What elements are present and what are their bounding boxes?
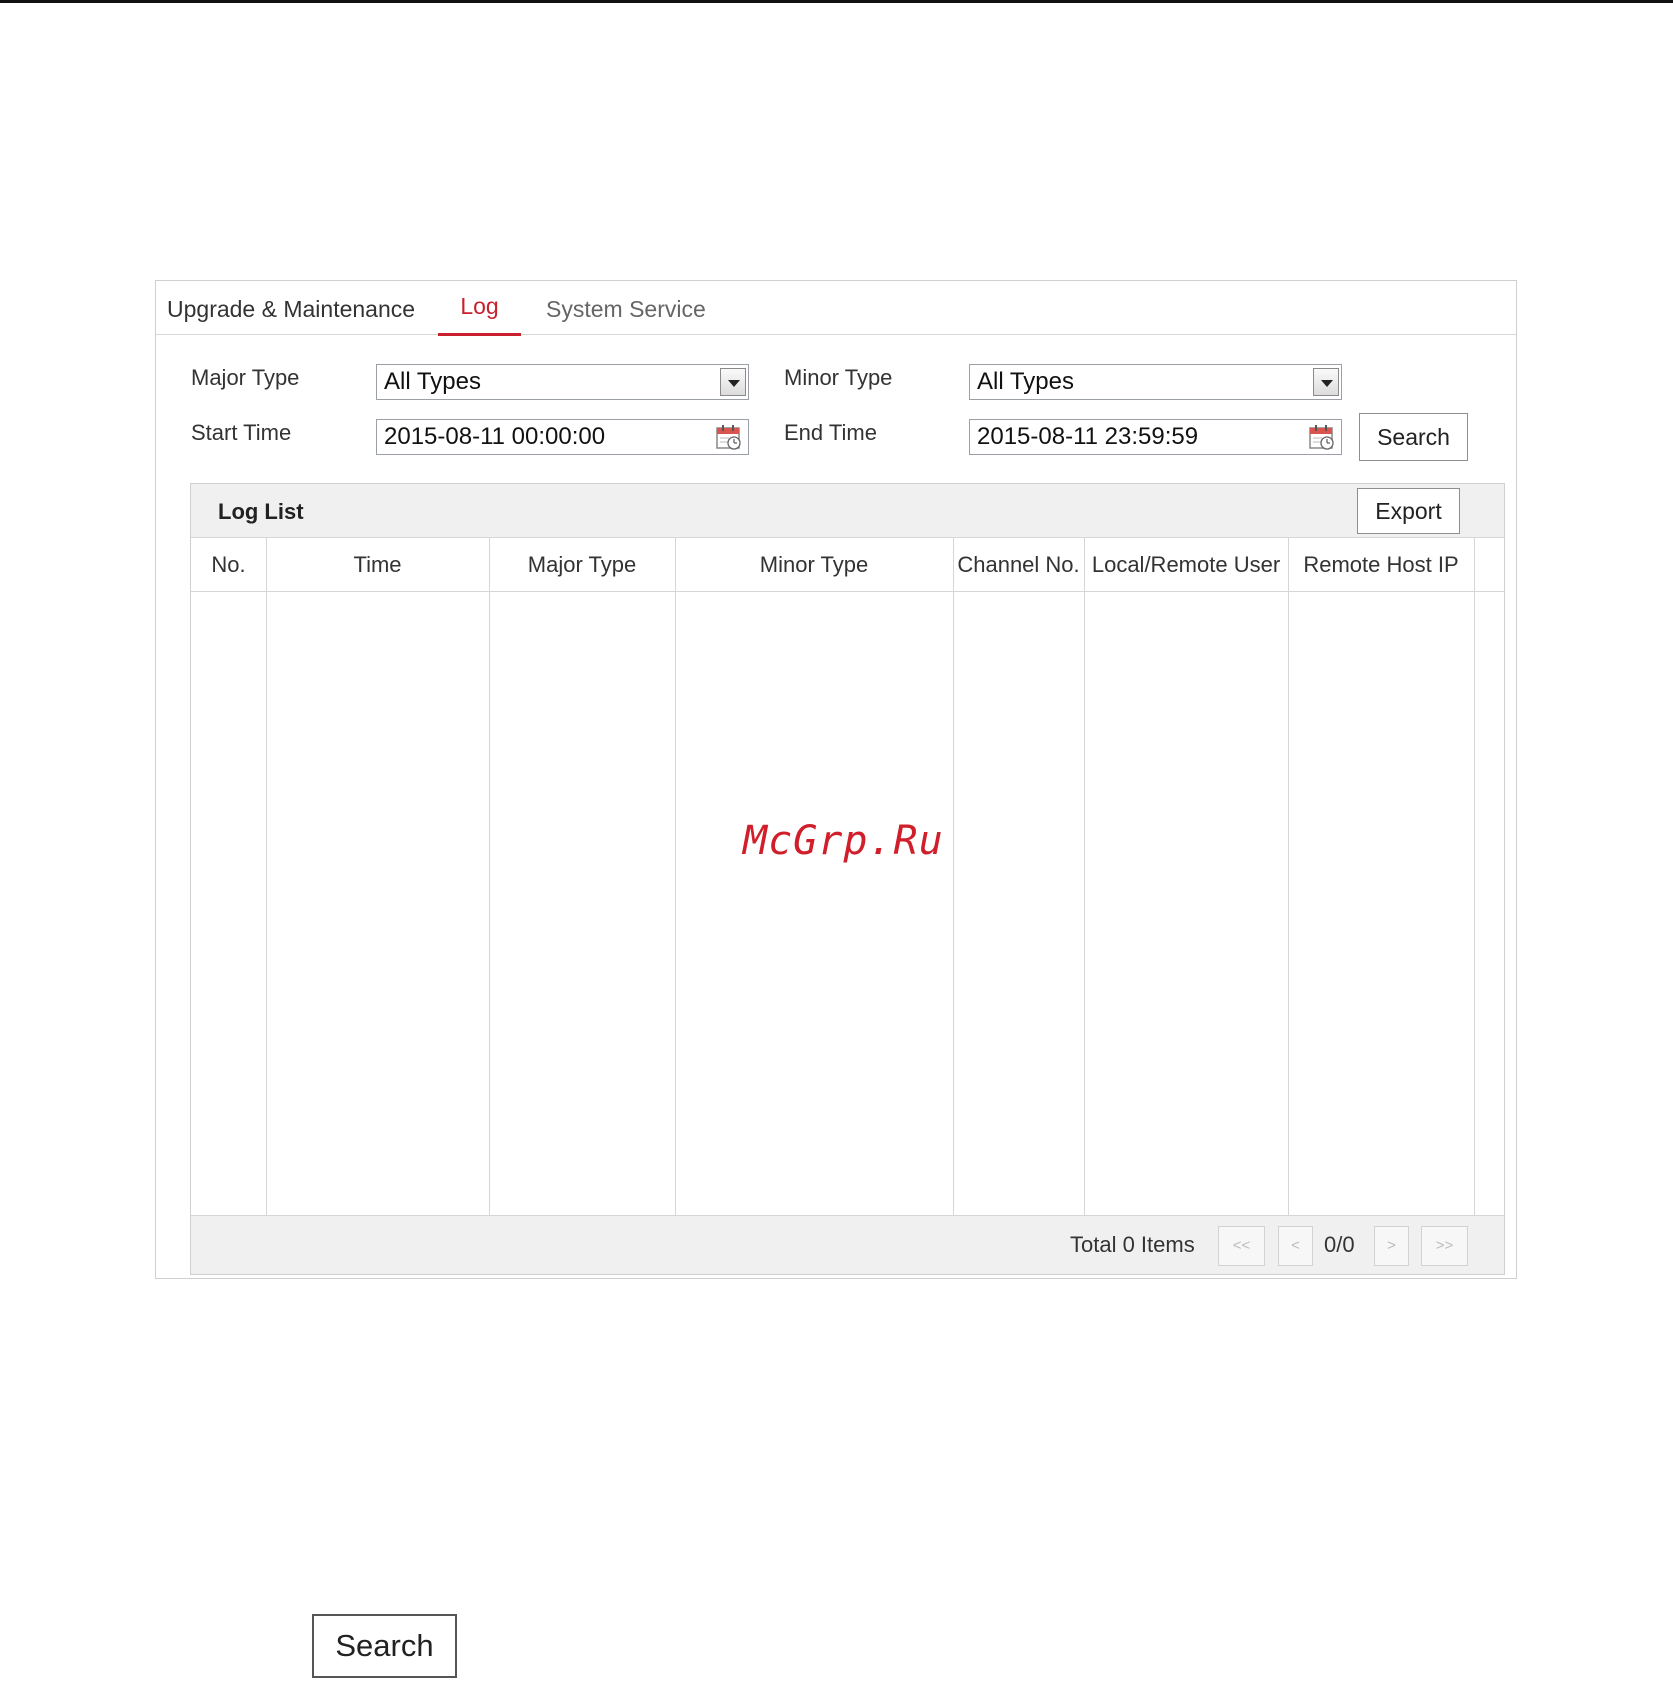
calendar-icon[interactable]	[1308, 424, 1336, 451]
chevron-down-icon[interactable]	[720, 368, 746, 396]
log-list-title: Log List	[218, 499, 304, 524]
first-page-button[interactable]: <<	[1218, 1226, 1265, 1266]
top-rule	[0, 0, 1673, 3]
major-type-select[interactable]: All Types	[376, 364, 749, 400]
total-items: Total 0 Items	[1070, 1232, 1195, 1257]
start-time-value: 2015-08-11 00:00:00	[384, 423, 606, 450]
major-type-value: All Types	[384, 368, 481, 395]
page-indicator: 0/0	[1324, 1232, 1355, 1257]
log-panel: Upgrade & Maintenance Log System Service…	[155, 280, 1517, 1279]
calendar-icon[interactable]	[715, 424, 743, 451]
tab-bar: Upgrade & Maintenance Log System Service	[156, 281, 1516, 336]
column-minor-type: Minor Type	[759, 552, 869, 577]
column-remote-host-ip: Remote Host IP	[1303, 552, 1459, 577]
column-divider	[675, 538, 676, 1216]
table-header: No. Time Major Type Minor Type Channel N…	[191, 538, 1504, 592]
export-button[interactable]: Export	[1357, 488, 1460, 534]
tab-system-service[interactable]: System Service	[546, 281, 706, 335]
minor-type-label: Minor Type	[784, 365, 893, 390]
minor-type-select[interactable]: All Types	[969, 364, 1342, 400]
major-type-label: Major Type	[191, 365, 300, 390]
column-divider	[489, 538, 490, 1216]
next-page-button[interactable]: >	[1374, 1226, 1409, 1266]
watermark: McGrp.Ru	[743, 818, 944, 864]
tab-upgrade-maintenance[interactable]: Upgrade & Maintenance	[167, 281, 415, 335]
column-time: Time	[353, 552, 402, 577]
column-local-remote-user: Local/Remote User	[1091, 552, 1281, 577]
column-no: No.	[211, 552, 246, 577]
column-divider	[953, 538, 954, 1216]
start-time-input[interactable]: 2015-08-11 00:00:00	[376, 419, 749, 455]
column-divider	[1474, 538, 1475, 1216]
log-list: Log List Export No. Time Major Type Mino…	[190, 483, 1505, 1275]
minor-type-value: All Types	[977, 368, 1074, 395]
column-divider	[266, 538, 267, 1216]
column-divider	[1288, 538, 1289, 1216]
end-time-label: End Time	[784, 420, 877, 445]
column-major-type: Major Type	[527, 552, 637, 577]
column-channel-no: Channel No.	[957, 552, 1080, 577]
prev-page-button[interactable]: <	[1278, 1226, 1313, 1266]
search-button-standalone[interactable]: Search	[312, 1614, 457, 1678]
chevron-down-icon[interactable]	[1313, 368, 1339, 396]
last-page-button[interactable]: >>	[1421, 1226, 1468, 1266]
column-divider	[1084, 538, 1085, 1216]
end-time-input[interactable]: 2015-08-11 23:59:59	[969, 419, 1342, 455]
start-time-label: Start Time	[191, 420, 292, 445]
search-button[interactable]: Search	[1359, 413, 1468, 461]
log-list-header: Log List Export	[191, 484, 1504, 538]
tab-log[interactable]: Log	[438, 281, 521, 336]
end-time-value: 2015-08-11 23:59:59	[977, 423, 1199, 450]
pagination-bar: Total 0 Items << < 0/0 > >>	[191, 1215, 1504, 1274]
